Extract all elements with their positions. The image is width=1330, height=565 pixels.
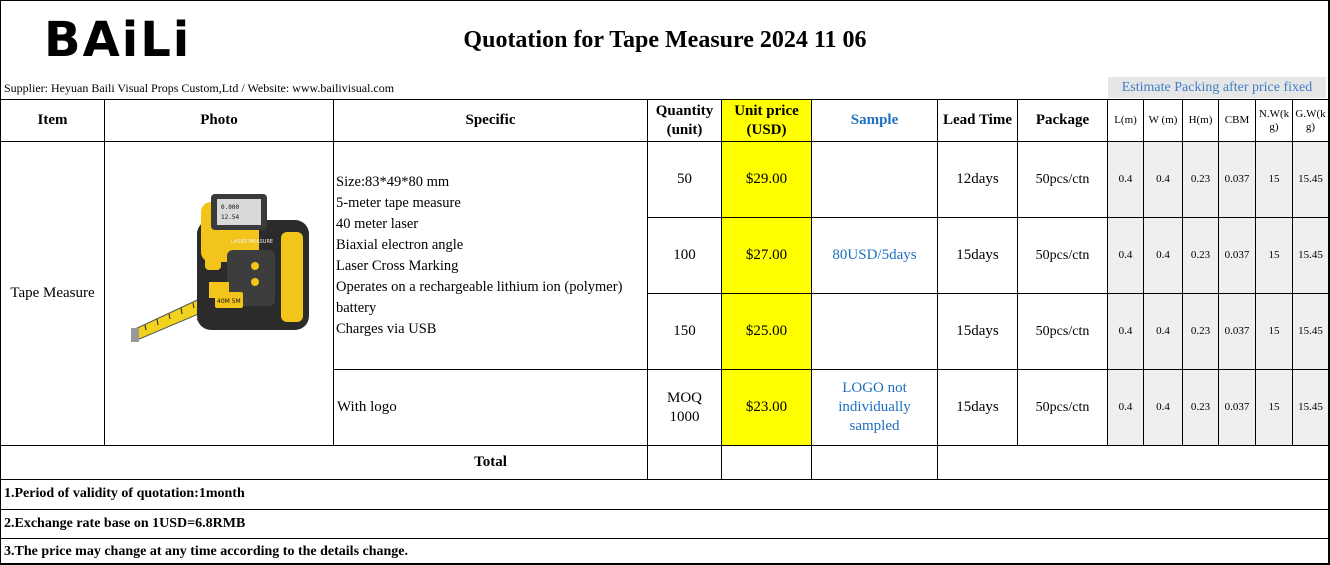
row-width: 0.4 — [1144, 218, 1182, 293]
row-width: 0.4 — [1144, 370, 1182, 445]
row-quantity: 50 — [677, 171, 692, 187]
row-lead-time: 15days — [956, 323, 999, 339]
col-header-item: Item — [37, 112, 68, 128]
spec-line: 5-meter tape measure — [336, 195, 461, 211]
row-length: 0.4 — [1108, 370, 1143, 445]
spec-line: Laser Cross Marking — [336, 258, 459, 274]
page-title: Quotation for Tape Measure 2024 11 06 — [463, 27, 867, 53]
estimate-packing-note: Estimate Packing after price fixed — [1108, 77, 1326, 98]
col-header-sample: Sample — [850, 112, 899, 128]
col-header-package: Package — [1035, 112, 1090, 128]
note-price-change: 3.The price may change at any time accor… — [4, 544, 409, 559]
row-unit-price: $25.00 — [722, 294, 811, 369]
row-unit-price: $23.00 — [722, 370, 811, 445]
photo-brand-label: LASER MEASURE — [231, 239, 273, 245]
row-length: 0.4 — [1108, 218, 1143, 293]
row-height: 0.23 — [1183, 142, 1218, 217]
note-validity: 1.Period of validity of quotation:1month — [4, 486, 245, 501]
row-width: 0.4 — [1144, 142, 1182, 217]
row-package: 50pcs/ctn — [1035, 172, 1090, 187]
logo-sample-note: LOGO not individually sampled — [838, 380, 911, 434]
row-unit-price: $27.00 — [722, 218, 811, 293]
row-lead-time: 15days — [956, 247, 999, 263]
row-width: 0.4 — [1144, 294, 1182, 369]
row-net-weight: 15 — [1256, 218, 1292, 293]
spec-line: 40 meter laser — [336, 216, 419, 232]
col-header-net-weight: N.W(kg) — [1258, 107, 1290, 133]
company-logo: BAiLi — [44, 12, 192, 68]
row-gross-weight: 15.45 — [1293, 218, 1328, 293]
col-header-length: L(m) — [1114, 114, 1137, 126]
col-header-unit-price: Unit price (USD) — [722, 100, 811, 141]
row-unit-price: $29.00 — [722, 142, 811, 217]
row-net-weight: 15 — [1256, 142, 1292, 217]
col-header-cbm: CBM — [1224, 114, 1250, 126]
row-gross-weight: 15.45 — [1293, 370, 1328, 445]
col-header-photo: Photo — [200, 112, 238, 128]
row-length: 0.4 — [1108, 294, 1143, 369]
photo-spec-label: 40M 5M — [217, 298, 241, 305]
col-header-lead-time: Lead Time — [942, 112, 1013, 128]
svg-text:0.000: 0.000 — [221, 204, 239, 211]
spec-line: Biaxial electron angle — [336, 237, 464, 253]
logo-spec: With logo — [337, 399, 397, 415]
row-lead-time: 15days — [956, 399, 999, 415]
row-quantity: 150 — [673, 323, 696, 339]
row-package: 50pcs/ctn — [1035, 248, 1090, 263]
spec-list: Size:83*49*80 mm 5-meter tape measure 40… — [336, 172, 622, 340]
product-photo: 0.000 12.54 40M 5M LASER MEASURE — [105, 142, 333, 445]
row-lead-time: 12days — [956, 171, 999, 187]
svg-text:12.54: 12.54 — [221, 214, 239, 221]
row-package: 50pcs/ctn — [1035, 324, 1090, 339]
row-net-weight: 15 — [1256, 294, 1292, 369]
row-cbm: 0.037 — [1219, 294, 1255, 369]
spec-line: Operates on a rechargeable lithium ion (… — [336, 279, 623, 295]
row-cbm: 0.037 — [1219, 142, 1255, 217]
row-cbm: 0.037 — [1219, 370, 1255, 445]
row-quantity: 100 — [673, 247, 696, 263]
supplier-info: Supplier: Heyuan Baili Visual Props Cust… — [4, 81, 395, 95]
total-label: Total — [474, 454, 507, 470]
tape-measure-icon: 0.000 12.54 40M 5M LASER MEASURE — [131, 194, 309, 342]
spec-line: Charges via USB — [336, 321, 437, 337]
spec-line: Size:83*49*80 mm — [336, 174, 450, 190]
note-exchange-rate: 2.Exchange rate base on 1USD=6.8RMB — [4, 516, 246, 531]
col-header-specific: Specific — [465, 112, 516, 128]
row-length: 0.4 — [1108, 142, 1143, 217]
col-header-width: W (m) — [1148, 114, 1178, 126]
sample-price: 80USD/5days — [832, 247, 917, 263]
row-gross-weight: 15.45 — [1293, 142, 1328, 217]
row-package: 50pcs/ctn — [1035, 400, 1090, 415]
row-height: 0.23 — [1183, 294, 1218, 369]
col-header-quantity: Quantity (unit) — [655, 102, 714, 138]
row-gross-weight: 15.45 — [1293, 294, 1328, 369]
item-name: Tape Measure — [10, 285, 95, 301]
row-height: 0.23 — [1183, 218, 1218, 293]
spec-line: battery — [336, 300, 377, 316]
row-cbm: 0.037 — [1219, 218, 1255, 293]
col-header-height: H(m) — [1188, 114, 1213, 126]
col-header-gross-weight: G.W(kg) — [1295, 107, 1326, 133]
row-quantity: MOQ 1000 — [666, 389, 702, 425]
row-height: 0.23 — [1183, 370, 1218, 445]
row-net-weight: 15 — [1256, 370, 1292, 445]
